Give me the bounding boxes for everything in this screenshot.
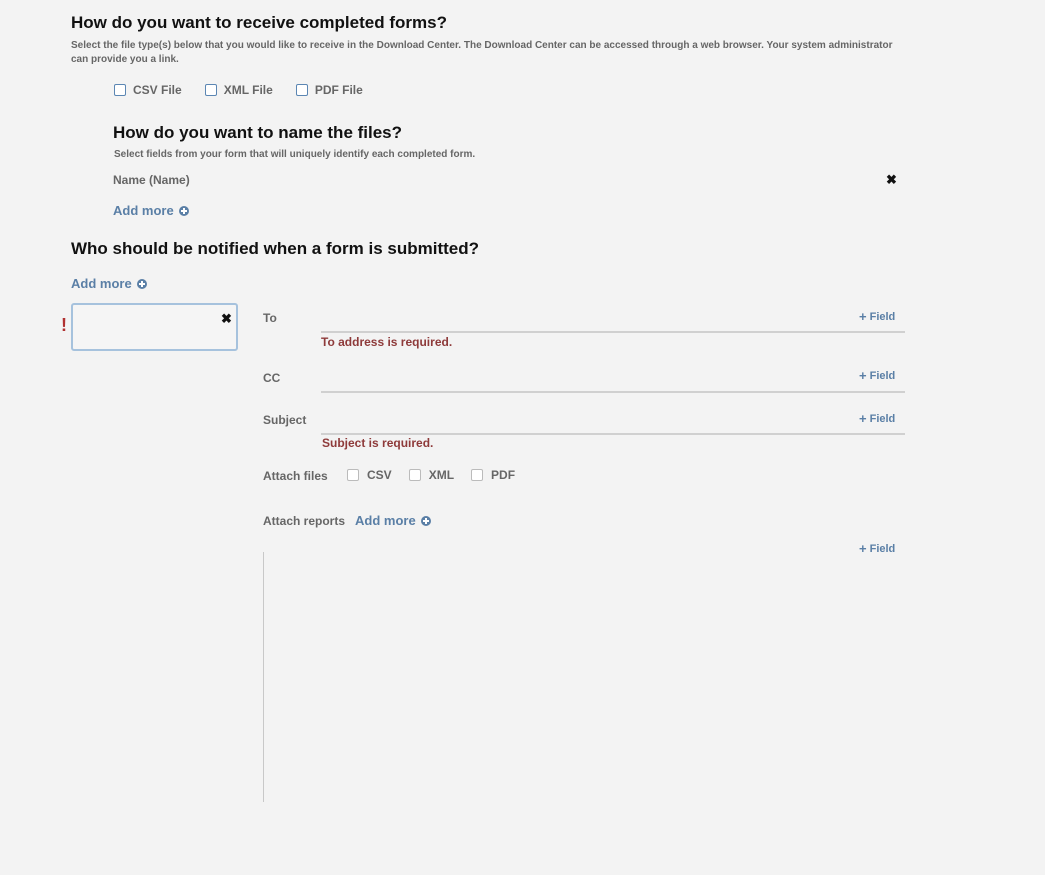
subject-error-message: Subject is required. [322, 436, 434, 450]
subject-input[interactable] [321, 423, 905, 435]
plus-circle-icon [420, 515, 431, 526]
subject-add-field-label: Field [869, 412, 896, 425]
notify-add-more-label: Add more [71, 276, 132, 291]
plus-icon: + [859, 541, 867, 556]
recipient-name-input[interactable] [71, 303, 238, 351]
attach-xml-label: XML [428, 468, 455, 482]
attach-reports-add-more-label: Add more [355, 513, 416, 528]
naming-add-more-link[interactable]: Add more [113, 203, 189, 218]
warning-icon: ! [61, 315, 67, 335]
attach-csv-label: CSV [367, 468, 392, 482]
csv-file-label: CSV File [133, 83, 182, 97]
to-label: To [263, 311, 277, 325]
cc-input[interactable] [321, 381, 905, 393]
naming-field-name: Name (Name) [113, 173, 190, 187]
notify-title: Who should be notified when a form is su… [71, 239, 479, 258]
message-body-editor[interactable] [263, 552, 264, 802]
remove-naming-field-icon[interactable]: ✖ [886, 172, 897, 188]
csv-file-checkbox[interactable] [114, 84, 126, 96]
receive-forms-title: How do you want to receive completed for… [71, 13, 447, 32]
naming-add-more-label: Add more [113, 203, 174, 218]
plus-circle-icon [178, 205, 189, 216]
attach-reports-add-more-link[interactable]: Add more [355, 513, 431, 528]
cc-add-field-button[interactable]: + Field [859, 368, 895, 383]
attach-csv-checkbox[interactable] [347, 469, 359, 481]
cc-add-field-label: Field [869, 369, 896, 382]
subject-add-field-button[interactable]: + Field [859, 411, 895, 426]
plus-circle-icon [136, 278, 147, 289]
notify-add-more-link[interactable]: Add more [71, 276, 147, 291]
plus-icon: + [859, 411, 867, 426]
to-error-message: To address is required. [321, 335, 453, 349]
attach-reports-label: Attach reports [263, 514, 346, 528]
plus-icon: + [859, 368, 867, 383]
attach-files-options: CSV XML PDF [347, 468, 538, 482]
xml-file-label: XML File [223, 83, 273, 97]
xml-file-checkbox[interactable] [204, 84, 217, 96]
attach-files-label: Attach files [263, 469, 328, 483]
remove-recipient-icon[interactable]: ✖ [221, 311, 232, 327]
pdf-file-label: PDF File [314, 83, 363, 97]
attach-pdf-checkbox[interactable] [471, 469, 484, 481]
file-naming-title: How do you want to name the files? [113, 123, 403, 142]
file-type-options: CSV File XML File PDF File [114, 83, 386, 97]
body-add-field-button[interactable]: + Field [859, 541, 895, 556]
attach-pdf-label: PDF [491, 468, 516, 482]
plus-icon: + [859, 309, 867, 324]
subject-label: Subject [263, 413, 307, 427]
attach-xml-checkbox[interactable] [408, 469, 421, 481]
body-add-field-label: Field [869, 542, 896, 555]
pdf-file-checkbox[interactable] [295, 84, 308, 96]
to-input[interactable] [321, 321, 905, 333]
to-add-field-label: Field [869, 310, 896, 323]
cc-label: CC [263, 371, 281, 385]
file-naming-description: Select fields from your form that will u… [114, 149, 476, 160]
to-add-field-button[interactable]: + Field [859, 309, 895, 324]
receive-forms-description: Select the file type(s) below that you w… [71, 40, 893, 65]
